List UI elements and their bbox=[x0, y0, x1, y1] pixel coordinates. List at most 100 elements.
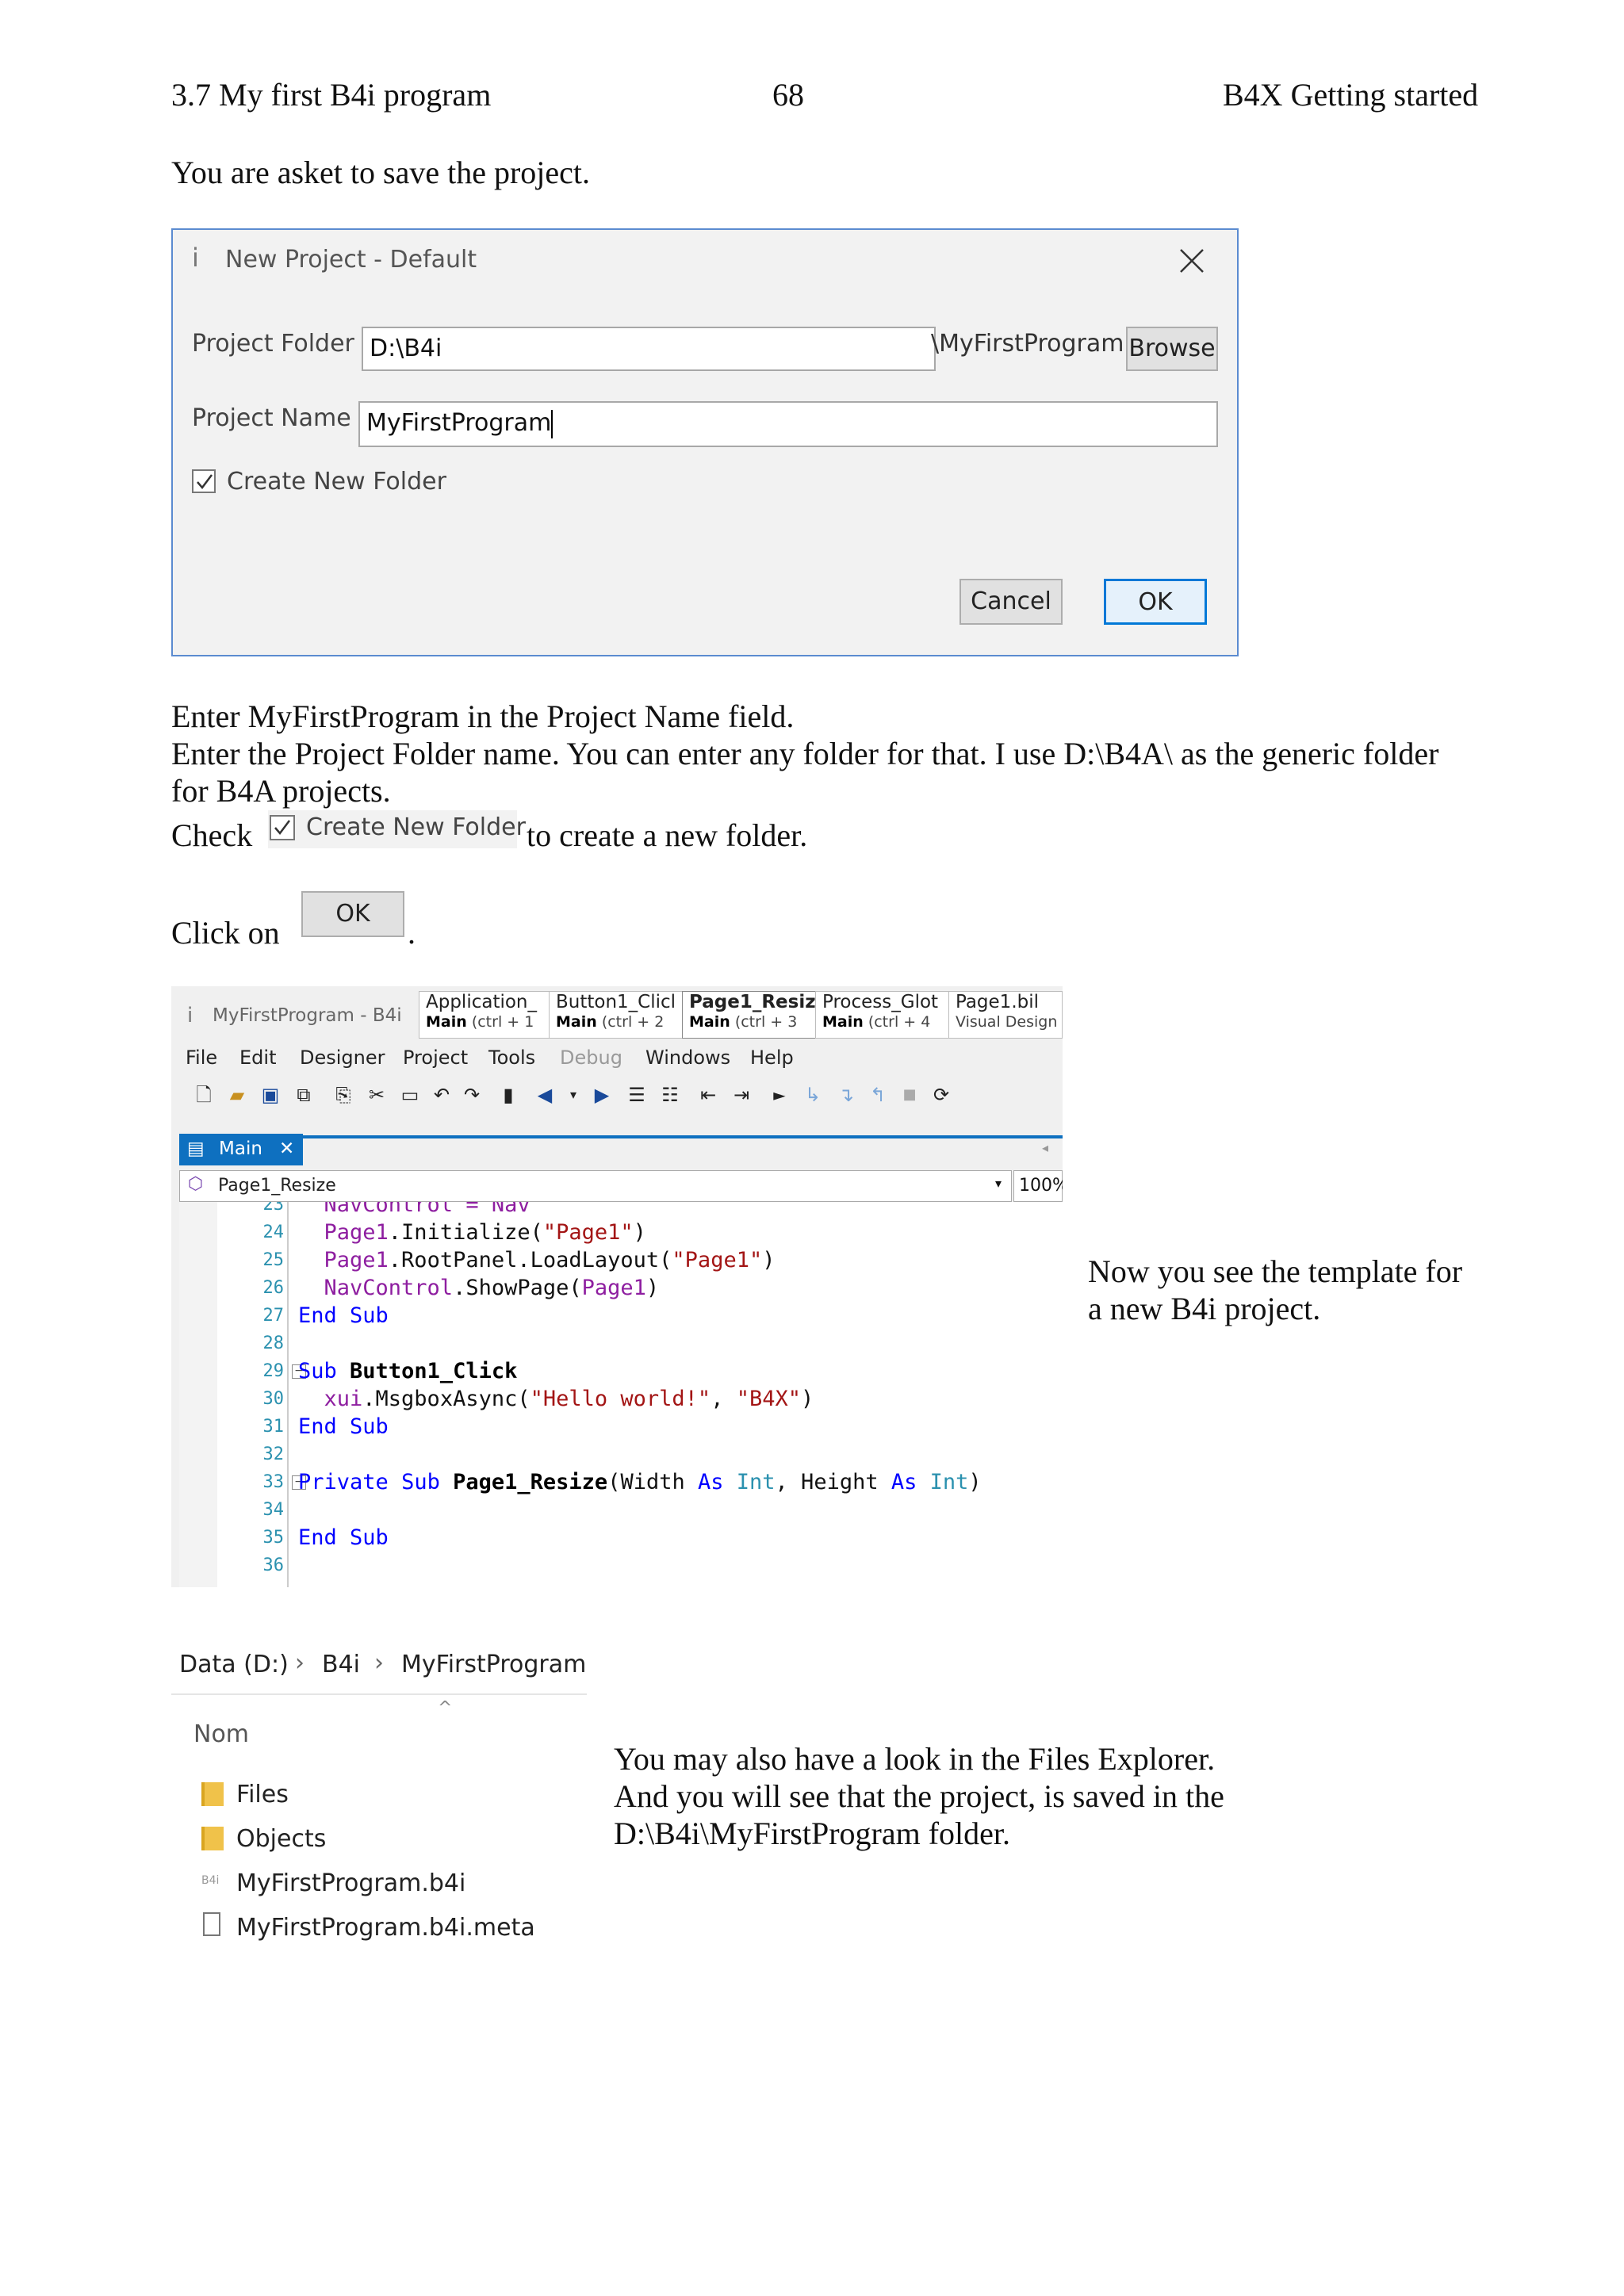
project-name-label: Project Name bbox=[192, 404, 351, 432]
menu-designer[interactable]: Designer bbox=[300, 1047, 385, 1069]
outdent-icon[interactable]: ⇤ bbox=[695, 1081, 722, 1108]
cut-icon[interactable]: ✂ bbox=[363, 1081, 390, 1108]
quick-tab[interactable]: Process_Glot Main (ctrl + 4 bbox=[815, 991, 953, 1039]
file-explorer: Data (D:) › B4i › MyFirstProgram ^ Nom F… bbox=[171, 1641, 587, 1958]
save-icon[interactable]: ▣ bbox=[257, 1081, 284, 1108]
line-number: 31 bbox=[262, 1417, 285, 1437]
create-folder-label[interactable]: Create New Folder bbox=[227, 468, 446, 496]
code-token: ) bbox=[800, 1387, 814, 1411]
chevron-right-icon: › bbox=[374, 1649, 384, 1677]
quick-tab[interactable]: Button1_Clicl Main (ctrl + 2 bbox=[549, 991, 687, 1039]
zoom-level[interactable]: 100% bbox=[1013, 1170, 1063, 1202]
quick-tab-active[interactable]: Page1_Resiz Main (ctrl + 3 bbox=[682, 991, 818, 1039]
code-token: Sub bbox=[298, 1359, 337, 1383]
project-name-input[interactable]: MyFirstProgram bbox=[358, 401, 1218, 447]
inline-checkbox bbox=[270, 815, 295, 840]
tab-main[interactable]: ▤ Main ✕ bbox=[179, 1134, 303, 1165]
quick-tab-title: Page1_Resiz bbox=[689, 992, 816, 1012]
dialog-titlebar: i New Project - Default bbox=[173, 230, 1237, 292]
run-icon[interactable]: ► bbox=[766, 1081, 793, 1108]
dropdown-arrow-icon[interactable]: ▾ bbox=[560, 1081, 587, 1108]
create-folder-checkbox[interactable] bbox=[192, 469, 216, 493]
tab-main-label: Main bbox=[219, 1138, 262, 1159]
save-all-icon[interactable]: ⧉ bbox=[290, 1081, 317, 1108]
code-token: , bbox=[710, 1387, 737, 1411]
menu-help[interactable]: Help bbox=[750, 1047, 794, 1069]
ide-caption-line1: Now you see the template for bbox=[1088, 1253, 1463, 1289]
folder-icon bbox=[201, 1827, 224, 1850]
quick-tab[interactable]: Application_ Main (ctrl + 1 bbox=[419, 991, 557, 1039]
code-line-24: Page1.Initialize("Page1") bbox=[298, 1219, 646, 1246]
step-into-icon[interactable]: ↴ bbox=[833, 1081, 860, 1108]
quick-tab-title: Process_Glot bbox=[822, 992, 939, 1012]
indent-icon[interactable]: ⇥ bbox=[728, 1081, 755, 1108]
explorer-caption-line2: And you will see that the project, is sa… bbox=[614, 1778, 1224, 1814]
step-over-icon[interactable]: ↳ bbox=[799, 1081, 826, 1108]
check-suffix: to create a new folder. bbox=[527, 817, 808, 853]
code-token: xui bbox=[298, 1387, 363, 1411]
code-token: Button1_Click bbox=[350, 1359, 518, 1383]
menu-project[interactable]: Project bbox=[403, 1047, 468, 1069]
instruction-line3: for B4A projects. bbox=[171, 773, 391, 809]
sort-ascending-icon[interactable]: ^ bbox=[438, 1698, 452, 1718]
quick-tab-module: Main bbox=[689, 1013, 730, 1031]
file-item-b4i[interactable]: MyFirstProgram.b4i bbox=[236, 1869, 465, 1897]
comment-icon[interactable]: ☰ bbox=[623, 1081, 650, 1108]
open-folder-icon[interactable]: ▰ bbox=[224, 1081, 251, 1108]
sub-selector[interactable]: ⬡ Page1_Resize ▾ bbox=[179, 1170, 1012, 1202]
stop-icon[interactable]: ■ bbox=[896, 1081, 923, 1108]
divider bbox=[171, 1693, 587, 1695]
quick-tab-module: Main bbox=[426, 1013, 467, 1031]
code-token: End bbox=[298, 1414, 337, 1439]
dropdown-arrow-icon: ▾ bbox=[995, 1176, 1002, 1191]
code-token: End bbox=[298, 1525, 337, 1550]
column-header-name[interactable]: Nom bbox=[193, 1720, 249, 1748]
breadcrumb-drive[interactable]: Data (D:) bbox=[179, 1651, 289, 1678]
code-line-31: End Sub bbox=[298, 1413, 389, 1441]
new-file-icon[interactable]: 🗋 bbox=[190, 1081, 217, 1108]
breadcrumb-project[interactable]: MyFirstProgram bbox=[401, 1651, 586, 1678]
editor-gutter bbox=[179, 1202, 217, 1587]
file-item-files[interactable]: Files bbox=[236, 1781, 289, 1808]
folder-icon bbox=[201, 1782, 224, 1806]
browse-button[interactable]: Browse bbox=[1126, 327, 1218, 371]
menu-windows[interactable]: Windows bbox=[645, 1047, 730, 1069]
breadcrumb-b4i[interactable]: B4i bbox=[322, 1651, 360, 1678]
code-token: As bbox=[891, 1470, 917, 1494]
navigate-forward-icon[interactable]: ▶ bbox=[588, 1081, 615, 1108]
quick-tab-module: Main bbox=[822, 1013, 864, 1031]
inline-ok-button: OK bbox=[301, 891, 404, 937]
code-token: Sub bbox=[350, 1525, 389, 1550]
code-token: NavControl bbox=[298, 1276, 454, 1300]
menu-file[interactable]: File bbox=[186, 1047, 217, 1069]
copy-icon[interactable]: ⎘ bbox=[330, 1081, 357, 1108]
close-icon[interactable] bbox=[1178, 247, 1205, 274]
cancel-button[interactable]: Cancel bbox=[959, 579, 1063, 625]
bookmark-icon[interactable]: ▮ bbox=[495, 1081, 522, 1108]
redo-icon[interactable]: ↷ bbox=[458, 1081, 485, 1108]
code-token: Page1 bbox=[298, 1220, 389, 1245]
file-item-meta[interactable]: MyFirstProgram.b4i.meta bbox=[236, 1914, 535, 1942]
quick-tab[interactable]: Page1.bil Visual Design bbox=[948, 991, 1063, 1039]
uncomment-icon[interactable]: ☷ bbox=[657, 1081, 684, 1108]
paste-icon[interactable]: ▭ bbox=[396, 1081, 423, 1108]
undo-icon[interactable]: ↶ bbox=[428, 1081, 455, 1108]
code-token: "Page1" bbox=[672, 1248, 763, 1272]
restart-icon[interactable]: ⟳ bbox=[928, 1081, 955, 1108]
code-editor[interactable]: 23 24 25 26 27 28 29 30 31 32 33 34 35 3… bbox=[179, 1202, 1063, 1587]
scroll-left-icon[interactable]: ◂ bbox=[1042, 1140, 1048, 1155]
menu-edit[interactable]: Edit bbox=[239, 1047, 276, 1069]
info-icon: i bbox=[187, 1004, 193, 1027]
code-line-33: Private Sub Page1_Resize(Width As Int, H… bbox=[298, 1468, 982, 1496]
step-out-icon[interactable]: ↰ bbox=[864, 1081, 891, 1108]
navigate-back-icon[interactable]: ◀ bbox=[531, 1081, 558, 1108]
ide-caption-line2: a new B4i project. bbox=[1088, 1291, 1321, 1326]
close-tab-icon[interactable]: ✕ bbox=[279, 1134, 294, 1164]
code-line-23: NavControl = Nav bbox=[298, 1202, 530, 1217]
menu-tools[interactable]: Tools bbox=[488, 1047, 535, 1069]
ok-button[interactable]: OK bbox=[1104, 579, 1207, 625]
project-folder-input[interactable]: D:\B4i bbox=[362, 327, 936, 371]
menu-debug[interactable]: Debug bbox=[560, 1047, 622, 1069]
file-item-objects[interactable]: Objects bbox=[236, 1825, 326, 1853]
code-token: Page1 bbox=[298, 1248, 389, 1272]
